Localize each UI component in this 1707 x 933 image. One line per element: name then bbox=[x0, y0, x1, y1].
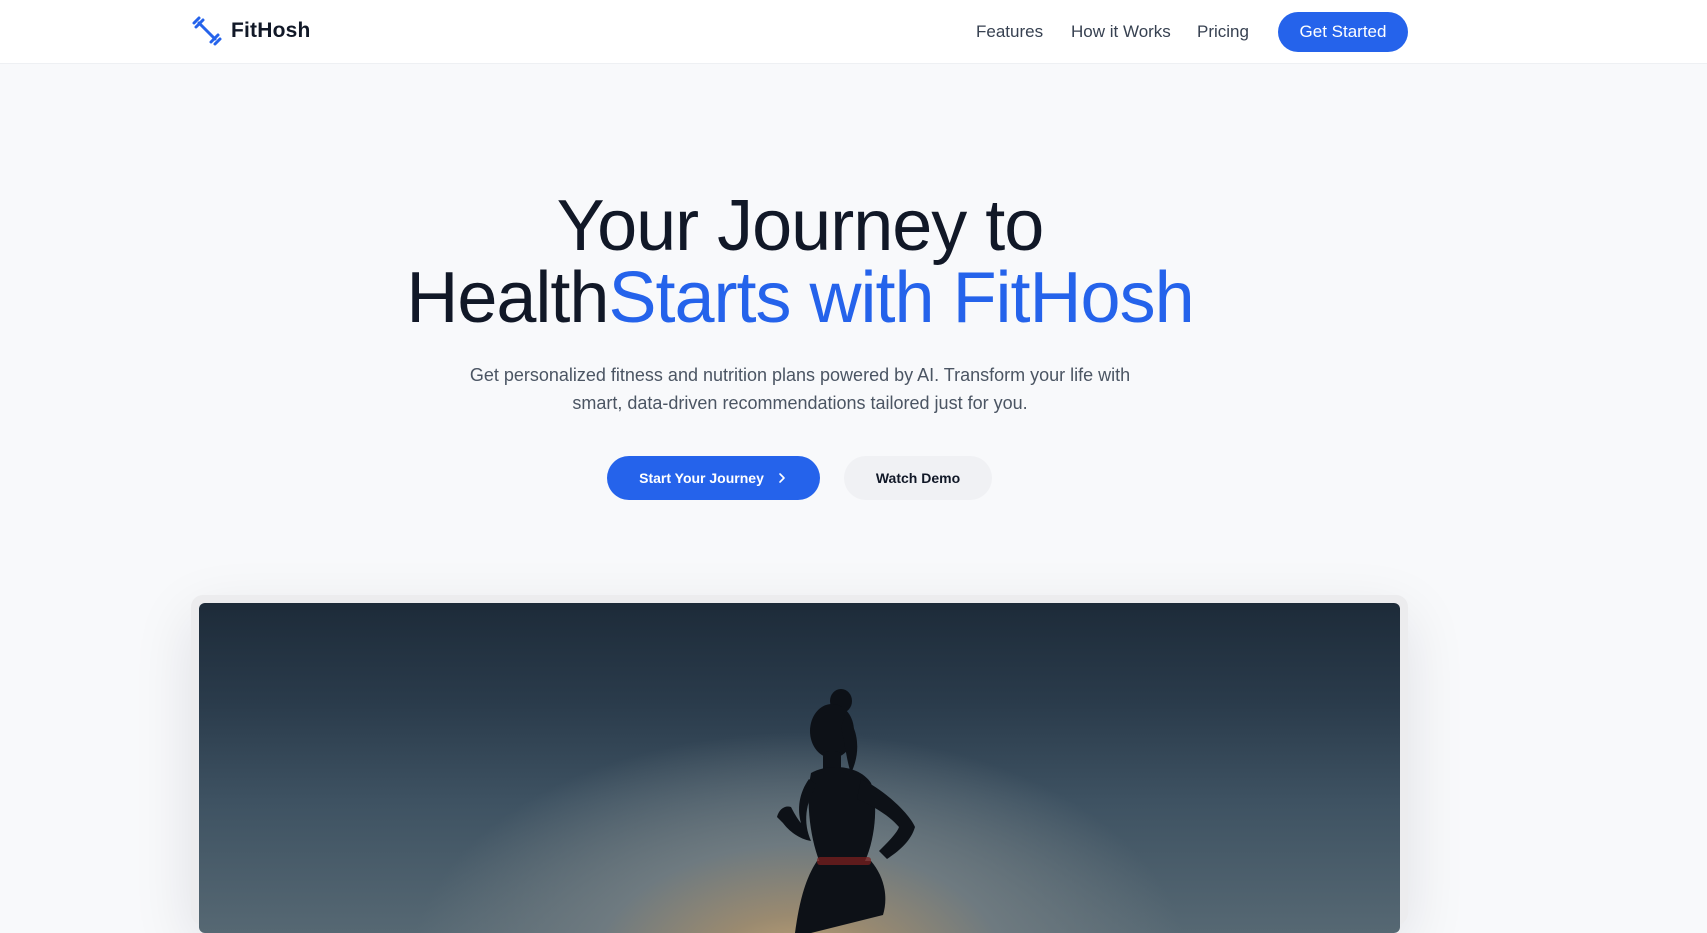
site-header: FitHosh Features How it Works Pricing Ge… bbox=[0, 0, 1707, 64]
hero-subtitle-line-2: smart, data-driven recommendations tailo… bbox=[572, 393, 1028, 413]
brand-logo-link[interactable]: FitHosh bbox=[191, 15, 311, 47]
hero-title-plain: Health bbox=[406, 258, 609, 338]
start-your-journey-label: Start Your Journey bbox=[639, 470, 764, 486]
hero-title-accent: Starts with FitHosh bbox=[608, 258, 1194, 338]
brand-name: FitHosh bbox=[231, 19, 311, 42]
nav-link-pricing[interactable]: Pricing bbox=[1197, 22, 1249, 42]
nav-link-features[interactable]: Features bbox=[976, 22, 1043, 42]
watch-demo-button[interactable]: Watch Demo bbox=[844, 456, 992, 500]
hero-image-frame bbox=[191, 595, 1408, 933]
hero-title-line-2: HealthStarts with FitHosh bbox=[0, 262, 1600, 334]
start-your-journey-button[interactable]: Start Your Journey bbox=[607, 456, 820, 500]
get-started-button[interactable]: Get Started bbox=[1278, 12, 1408, 52]
chevron-right-icon bbox=[779, 473, 785, 483]
hero-subtitle: Get personalized fitness and nutrition p… bbox=[400, 361, 1200, 417]
runner-silhouette bbox=[777, 689, 915, 933]
hero-title-line-1: Your Journey to bbox=[556, 186, 1045, 266]
hero-subtitle-line-1: Get personalized fitness and nutrition p… bbox=[469, 365, 1131, 385]
nav-link-how-it-works[interactable]: How it Works bbox=[1071, 22, 1171, 42]
dumbbell-icon bbox=[192, 16, 222, 46]
hero-title: Your Journey to HealthStarts with FitHos… bbox=[0, 190, 1600, 334]
runner-silhouette-image bbox=[199, 603, 1400, 933]
